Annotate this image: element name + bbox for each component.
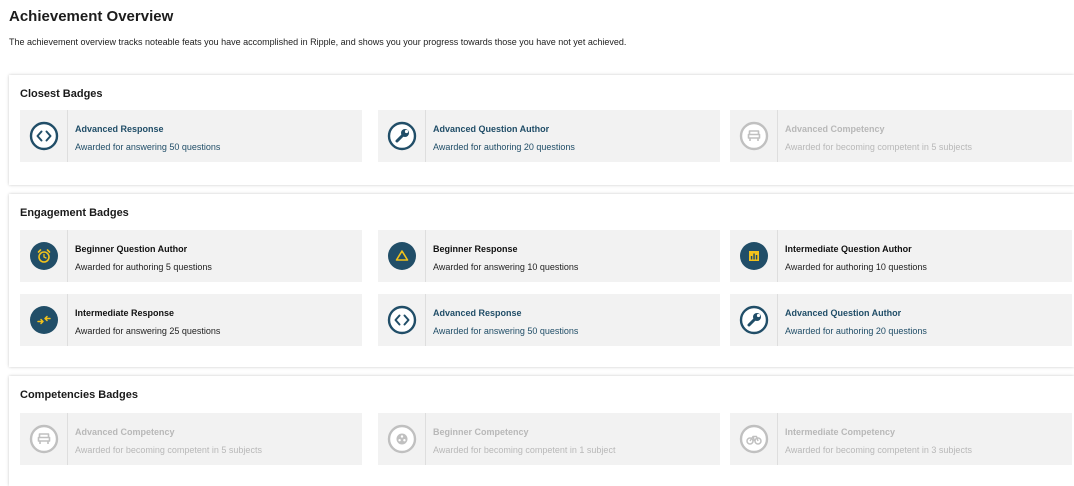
film-reel-icon xyxy=(387,424,416,454)
badge-advanced-competency[interactable]: Advanced Competency Awarded for becoming… xyxy=(20,413,362,465)
badge-name: Advanced Competency xyxy=(785,124,885,134)
badge-description: Awarded for answering 50 questions xyxy=(433,326,579,336)
wrench-icon xyxy=(387,121,416,151)
code-icon xyxy=(387,305,416,335)
badge-description: Awarded for answering 10 questions xyxy=(433,262,579,272)
badge-advanced-response[interactable]: Advanced Response Awarded for answering … xyxy=(378,294,720,346)
badge-name: Intermediate Competency xyxy=(785,427,896,437)
bicycle-icon xyxy=(739,424,768,454)
badge-description: Awarded for authoring 10 questions xyxy=(785,262,927,272)
badge-beginner-response[interactable]: Beginner Response Awarded for answering … xyxy=(378,230,720,282)
triangle-icon xyxy=(387,242,416,270)
badge-name: Advanced Question Author xyxy=(785,308,902,318)
badge-name: Intermediate Response xyxy=(75,308,175,318)
badge-intermediate-competency[interactable]: Intermediate Competency Awarded for beco… xyxy=(730,413,1072,465)
armchair-icon xyxy=(739,121,768,151)
badge-advanced-question-author[interactable]: Advanced Question Author Awarded for aut… xyxy=(730,294,1072,346)
section-title: Engagement Badges xyxy=(20,207,129,219)
badge-beginner-competency[interactable]: Beginner Competency Awarded for becoming… xyxy=(378,413,720,465)
code-icon xyxy=(29,121,58,151)
section-title: Competencies Badges xyxy=(20,389,138,401)
badge-name: Advanced Competency xyxy=(75,427,175,437)
section-title: Closest Badges xyxy=(20,88,103,100)
badge-intermediate-response[interactable]: Intermediate Response Awarded for answer… xyxy=(20,294,362,346)
badge-description: Awarded for becoming competent in 3 subj… xyxy=(785,445,972,455)
badge-description: Awarded for authoring 5 questions xyxy=(75,262,212,272)
badge-advanced-response[interactable]: Advanced Response Awarded for answering … xyxy=(20,110,362,162)
badge-description: Awarded for answering 50 questions xyxy=(75,142,221,152)
achievement-page: Achievement Overview The achievement ove… xyxy=(0,0,1074,486)
badge-name: Advanced Response xyxy=(75,124,164,134)
badge-name: Beginner Competency xyxy=(433,427,529,437)
competencies-badges-section: Competencies Badges Advanced Competency … xyxy=(9,376,1074,486)
badge-advanced-question-author[interactable]: Advanced Question Author Awarded for aut… xyxy=(378,110,720,162)
page-title: Achievement Overview xyxy=(9,8,174,25)
badge-intermediate-question-author[interactable]: Intermediate Question Author Awarded for… xyxy=(730,230,1072,282)
engagement-badges-section: Engagement Badges Beginner Question Auth… xyxy=(9,194,1074,367)
badge-name: Advanced Question Author xyxy=(433,124,550,134)
closest-badges-section: Closest Badges Advanced Response Awarded… xyxy=(9,75,1074,185)
badge-description: Awarded for answering 25 questions xyxy=(75,326,221,336)
badge-description: Awarded for becoming competent in 1 subj… xyxy=(433,445,616,455)
badge-name: Beginner Question Author xyxy=(75,244,188,254)
badge-name: Advanced Response xyxy=(433,308,522,318)
page-description: The achievement overview tracks noteable… xyxy=(9,37,627,47)
alarm-clock-icon xyxy=(29,242,58,270)
badge-description: Awarded for becoming competent in 5 subj… xyxy=(785,142,972,152)
exchange-arrows-icon xyxy=(29,306,58,334)
badge-name: Beginner Response xyxy=(433,244,518,254)
badge-beginner-question-author[interactable]: Beginner Question Author Awarded for aut… xyxy=(20,230,362,282)
wrench-icon xyxy=(739,305,768,335)
badge-description: Awarded for becoming competent in 5 subj… xyxy=(75,445,262,455)
badge-description: Awarded for authoring 20 questions xyxy=(785,326,927,336)
bar-chart-icon xyxy=(739,242,768,270)
badge-description: Awarded for authoring 20 questions xyxy=(433,142,575,152)
armchair-icon xyxy=(29,424,58,454)
badge-name: Intermediate Question Author xyxy=(785,244,912,254)
badge-advanced-competency[interactable]: Advanced Competency Awarded for becoming… xyxy=(730,110,1072,162)
